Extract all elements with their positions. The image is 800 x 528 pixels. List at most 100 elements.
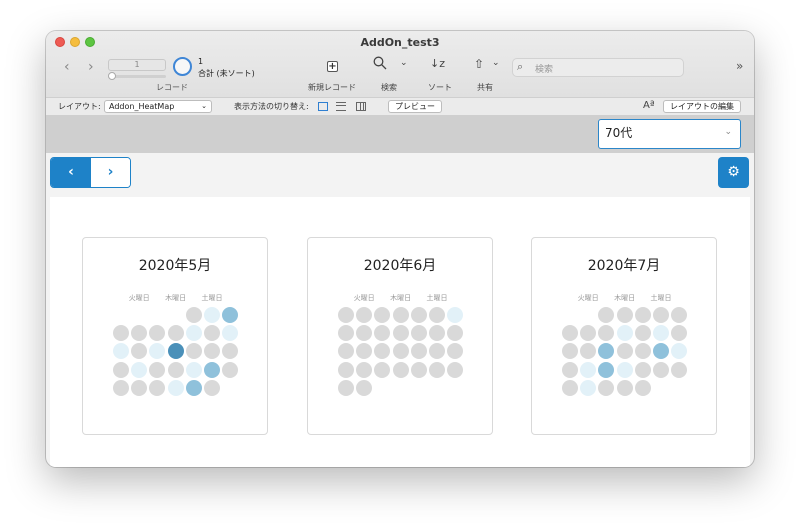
day-cell[interactable] [131, 325, 148, 342]
day-cell[interactable] [634, 307, 651, 323]
day-cell[interactable] [222, 343, 239, 360]
list-view-icon[interactable] [336, 102, 346, 111]
share-icon[interactable]: ⇧ [474, 57, 484, 71]
day-cell[interactable] [204, 361, 220, 378]
day-cell[interactable] [653, 325, 669, 342]
day-cell[interactable] [338, 343, 354, 360]
edit-layout-button[interactable]: レイアウトの編集 [663, 100, 741, 113]
day-cell[interactable] [131, 361, 148, 378]
day-cell[interactable] [149, 361, 166, 378]
chevron-left-icon[interactable]: ‹ [64, 59, 70, 75]
day-cell[interactable] [598, 307, 615, 323]
day-cell[interactable] [616, 325, 633, 342]
overflow-icon[interactable]: » [736, 59, 743, 73]
day-cell[interactable] [447, 307, 464, 323]
day-cell[interactable] [374, 307, 391, 323]
day-cell[interactable] [410, 343, 427, 360]
day-cell[interactable] [356, 325, 373, 342]
day-cell[interactable] [222, 361, 239, 378]
day-cell[interactable] [113, 343, 129, 360]
day-cell[interactable] [429, 343, 445, 360]
day-cell[interactable] [429, 361, 445, 378]
day-cell[interactable] [356, 307, 373, 323]
search-label[interactable]: 検索 [381, 82, 397, 93]
layout-select[interactable]: Addon_HeatMap ⌄ [104, 100, 212, 113]
next-month-button[interactable]: › [91, 158, 130, 187]
day-cell[interactable] [204, 325, 220, 342]
day-cell[interactable] [185, 379, 202, 396]
day-cell[interactable] [392, 343, 409, 360]
day-cell[interactable] [113, 361, 129, 378]
day-cell[interactable] [392, 361, 409, 378]
day-cell[interactable] [374, 325, 391, 342]
day-cell[interactable] [634, 343, 651, 360]
day-cell[interactable] [653, 307, 669, 323]
day-cell[interactable] [167, 325, 184, 342]
day-cell[interactable] [562, 361, 578, 378]
day-cell[interactable] [338, 379, 354, 396]
day-cell[interactable] [374, 343, 391, 360]
day-cell[interactable] [185, 361, 202, 378]
day-cell[interactable] [222, 325, 239, 342]
sort-icon[interactable]: ↓z [430, 57, 445, 70]
plus-icon[interactable]: + [327, 61, 338, 72]
search-icon[interactable] [373, 56, 387, 74]
day-cell[interactable] [410, 307, 427, 323]
day-cell[interactable] [338, 325, 354, 342]
day-cell[interactable] [185, 325, 202, 342]
day-cell[interactable] [204, 307, 220, 323]
day-cell[interactable] [598, 361, 615, 378]
day-cell[interactable] [616, 307, 633, 323]
record-slider-handle[interactable] [108, 72, 116, 80]
record-number-field[interactable]: 1 [108, 59, 166, 71]
day-cell[interactable] [356, 361, 373, 378]
day-cell[interactable] [204, 379, 220, 396]
day-cell[interactable] [671, 343, 688, 360]
day-cell[interactable] [580, 379, 597, 396]
day-cell[interactable] [167, 361, 184, 378]
day-cell[interactable] [634, 379, 651, 396]
day-cell[interactable] [410, 325, 427, 342]
sort-label[interactable]: ソート [428, 82, 452, 93]
day-cell[interactable] [185, 343, 202, 360]
previous-month-button[interactable]: ‹ [51, 158, 91, 187]
day-cell[interactable] [580, 343, 597, 360]
day-cell[interactable] [113, 325, 129, 342]
record-slider[interactable] [108, 75, 166, 78]
chevron-down-icon[interactable]: ⌄ [400, 58, 408, 68]
day-cell[interactable] [616, 343, 633, 360]
day-cell[interactable] [356, 343, 373, 360]
day-cell[interactable] [392, 325, 409, 342]
day-cell[interactable] [562, 379, 578, 396]
day-cell[interactable] [598, 379, 615, 396]
age-group-select[interactable]: 70代 ⌄ [598, 119, 741, 149]
table-view-icon[interactable] [356, 102, 366, 111]
day-cell[interactable] [562, 325, 578, 342]
chevron-down-icon[interactable]: ⌄ [492, 58, 500, 68]
day-cell[interactable] [653, 361, 669, 378]
settings-button[interactable]: ⚙ [718, 157, 749, 188]
day-cell[interactable] [429, 307, 445, 323]
day-cell[interactable] [616, 379, 633, 396]
day-cell[interactable] [447, 361, 464, 378]
day-cell[interactable] [222, 307, 239, 323]
day-cell[interactable] [671, 307, 688, 323]
day-cell[interactable] [185, 307, 202, 323]
day-cell[interactable] [392, 307, 409, 323]
font-size-icon[interactable]: Aª [643, 100, 655, 111]
day-cell[interactable] [204, 343, 220, 360]
day-cell[interactable] [634, 361, 651, 378]
share-label[interactable]: 共有 [477, 82, 493, 93]
day-cell[interactable] [113, 379, 129, 396]
form-view-icon[interactable] [318, 102, 328, 111]
day-cell[interactable] [598, 325, 615, 342]
day-cell[interactable] [149, 325, 166, 342]
day-cell[interactable] [447, 343, 464, 360]
day-cell[interactable] [580, 361, 597, 378]
day-cell[interactable] [634, 325, 651, 342]
day-cell[interactable] [447, 325, 464, 342]
day-cell[interactable] [671, 325, 688, 342]
day-cell[interactable] [429, 325, 445, 342]
day-cell[interactable] [410, 361, 427, 378]
search-field[interactable]: ⌕ 検索 [512, 58, 684, 77]
